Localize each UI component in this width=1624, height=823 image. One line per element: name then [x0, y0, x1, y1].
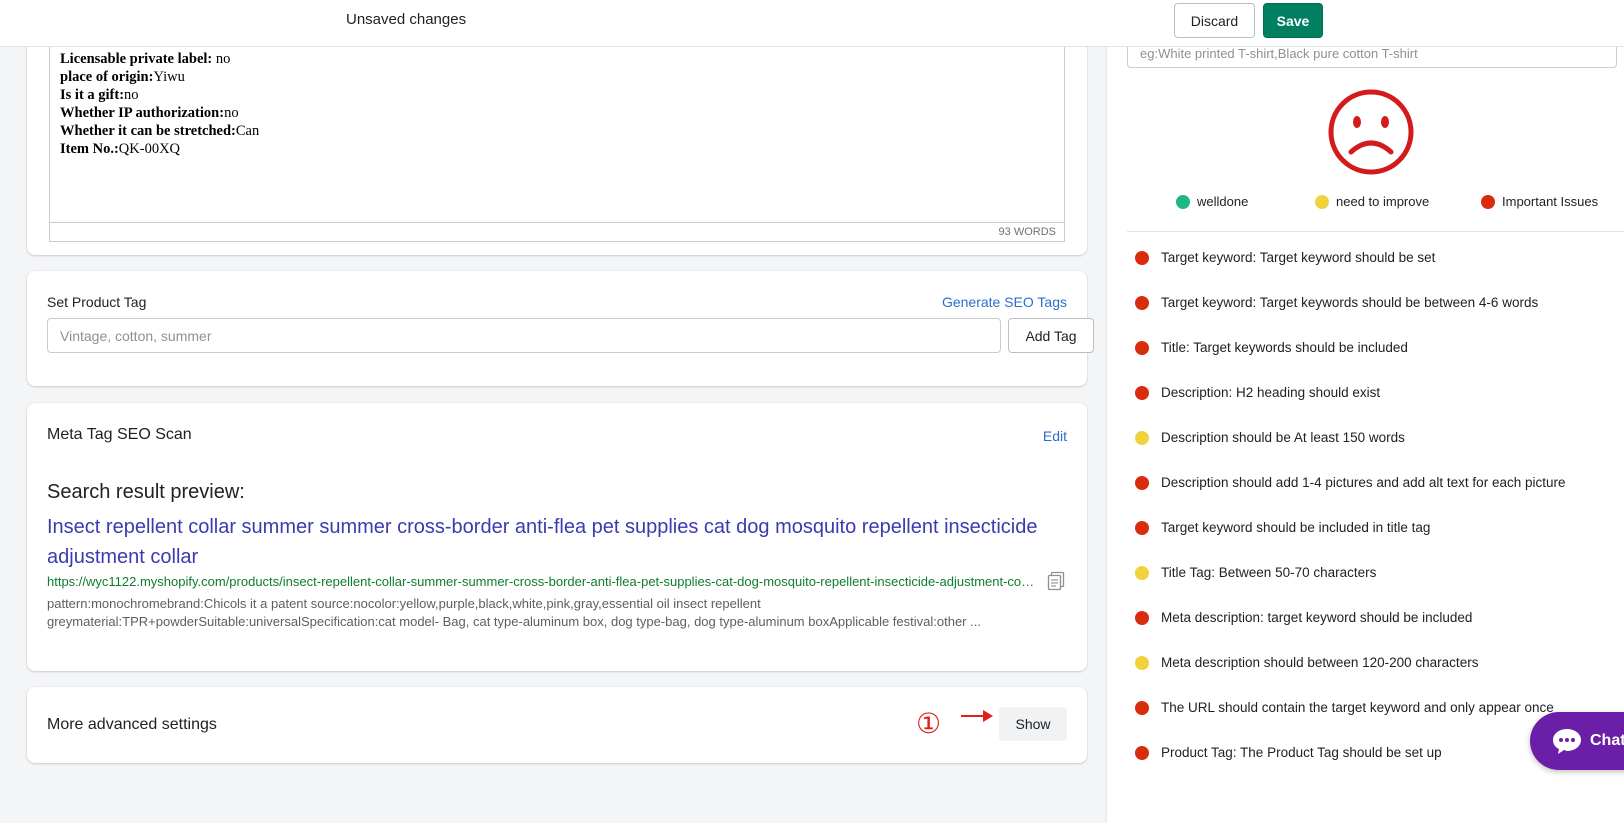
legend-welldone: welldone	[1176, 194, 1248, 209]
seo-issue-item: Description should add 1-4 pictures and …	[1135, 475, 1615, 520]
meta-scan-heading: Meta Tag SEO Scan	[47, 426, 192, 443]
discard-button[interactable]: Discard	[1174, 3, 1255, 38]
description-editor[interactable]: Licensable private label: no place of or…	[49, 46, 1065, 242]
sad-face-icon	[1328, 89, 1414, 175]
seo-issue-item: Target keyword: Target keywords should b…	[1135, 295, 1615, 340]
seo-issue-item: Meta description: target keyword should …	[1135, 610, 1615, 655]
desc-line: Whether it can be stretched:Can	[60, 123, 260, 139]
unsaved-changes-title: Unsaved changes	[346, 11, 467, 28]
arrow-right-icon	[961, 710, 993, 722]
meta-tag-seo-card: Meta Tag SEO Scan Edit Search result pre…	[27, 403, 1087, 671]
status-dot-icon	[1135, 341, 1149, 355]
seo-issue-list: Target keyword: Target keyword should be…	[1135, 250, 1615, 790]
seo-issue-item: Description should be At least 150 words	[1135, 430, 1615, 475]
serp-description: pattern:monochromebrand:Chicols it a pat…	[47, 595, 1057, 631]
desc-line: Is it a gift:no	[60, 87, 139, 103]
advanced-settings-heading: More advanced settings	[47, 716, 217, 733]
annotation-number: ①	[916, 707, 942, 740]
chat-label: Chat	[1590, 732, 1624, 749]
seo-issue-item: Title Tag: Between 50-70 characters	[1135, 565, 1615, 610]
seo-issue-item: Target keyword should be included in tit…	[1135, 520, 1615, 565]
desc-line: place of origin:Yiwu	[60, 69, 185, 85]
desc-line: Licensable private label: no	[60, 51, 231, 67]
status-dot-icon	[1135, 566, 1149, 580]
chat-icon	[1553, 729, 1581, 754]
seo-score-panel: welldone need to improve Important Issue…	[1107, 26, 1624, 823]
chat-button[interactable]: Chat	[1530, 712, 1624, 770]
status-dot-icon	[1135, 746, 1149, 760]
search-preview-label: Search result preview:	[47, 481, 245, 503]
status-dot-icon	[1135, 611, 1149, 625]
green-dot-icon	[1176, 194, 1190, 209]
top-bar: Unsaved changes Discard Save	[0, 0, 1624, 47]
generate-seo-tags-link[interactable]: Generate SEO Tags	[942, 294, 1067, 310]
copy-icon[interactable]	[1047, 571, 1065, 591]
product-tag-card: Set Product Tag Generate SEO Tags Add Ta…	[27, 271, 1094, 386]
edit-link[interactable]: Edit	[1043, 428, 1067, 444]
save-button[interactable]: Save	[1263, 3, 1323, 38]
status-dot-icon	[1135, 521, 1149, 535]
status-dot-icon	[1135, 701, 1149, 715]
status-dot-icon	[1135, 386, 1149, 400]
serp-title: Insect repellent collar summer summer cr…	[47, 516, 1038, 568]
status-dot-icon	[1135, 476, 1149, 490]
serp-desc-line: pattern:monochromebrand:Chicols it a pat…	[47, 596, 761, 611]
word-count: 93 WORDS	[50, 222, 1064, 241]
desc-line: Item No.:QK-00XQ	[60, 141, 181, 157]
description-content[interactable]: Licensable private label: no place of or…	[60, 50, 259, 158]
show-button[interactable]: Show	[999, 707, 1067, 741]
seo-issue-item: Meta description should between 120-200 …	[1135, 655, 1615, 700]
divider	[1127, 231, 1624, 232]
description-card: Licensable private label: no place of or…	[27, 26, 1087, 255]
product-tag-label: Set Product Tag	[47, 294, 147, 310]
serp-url: https://wyc1122.myshopify.com/products/i…	[47, 574, 1037, 589]
advanced-settings-card: More advanced settings ① Show	[27, 687, 1087, 763]
legend-important-issues: Important Issues	[1481, 194, 1598, 209]
desc-line: Whether IP authorization:no	[60, 105, 239, 121]
product-tag-input[interactable]	[47, 318, 1001, 353]
legend-need-to-improve: need to improve	[1315, 194, 1429, 209]
red-dot-icon	[1481, 194, 1495, 209]
serp-desc-line: greymaterial:TPR+powderSuitable:universa…	[47, 614, 981, 629]
status-dot-icon	[1135, 251, 1149, 265]
seo-issue-item: Description: H2 heading should exist	[1135, 385, 1615, 430]
seo-issue-item: Target keyword: Target keyword should be…	[1135, 250, 1615, 295]
seo-issue-item: Title: Target keywords should be include…	[1135, 340, 1615, 385]
status-dot-icon	[1135, 296, 1149, 310]
status-dot-icon	[1135, 656, 1149, 670]
add-tag-button[interactable]: Add Tag	[1008, 318, 1094, 353]
yellow-dot-icon	[1315, 194, 1329, 209]
status-dot-icon	[1135, 431, 1149, 445]
